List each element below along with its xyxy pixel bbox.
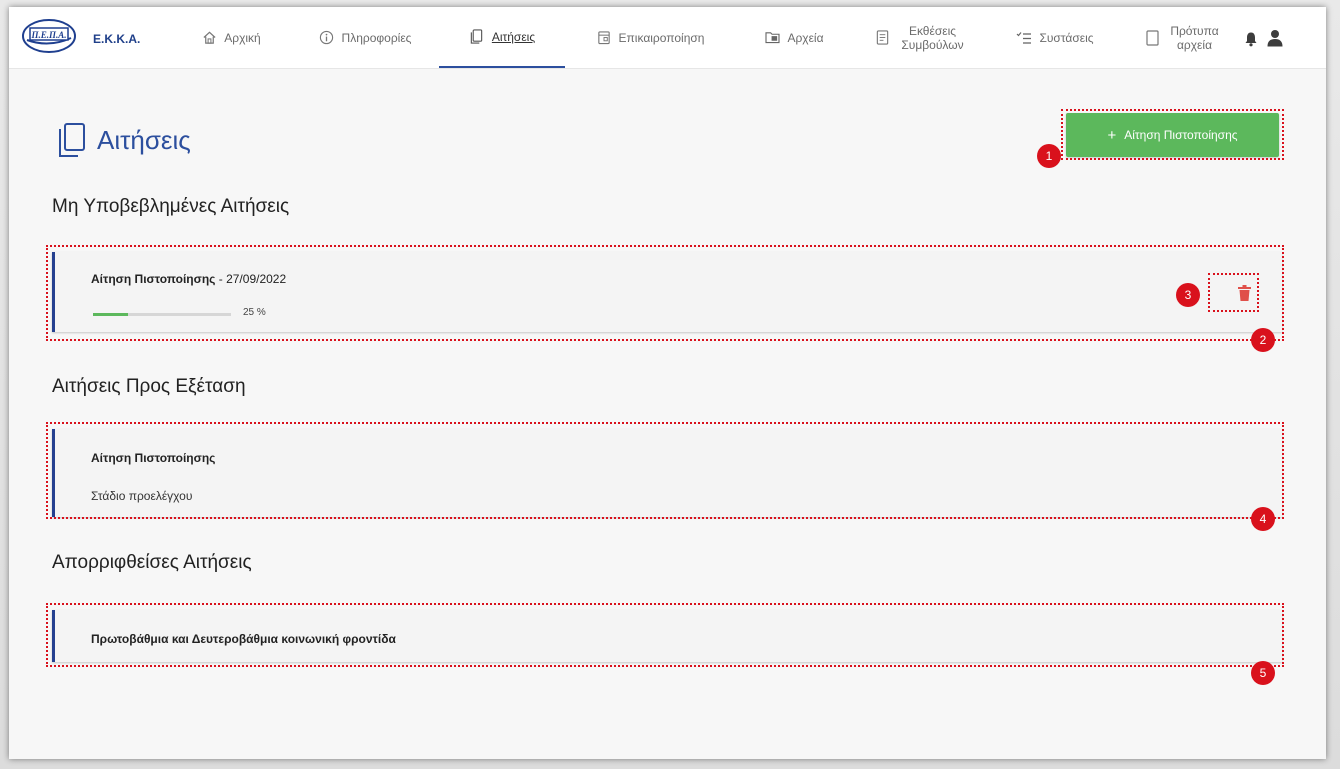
application-stage: Στάδιο προελέγχου xyxy=(91,489,193,503)
annotation-marker-5: 5 xyxy=(1251,661,1275,685)
annotation-marker-4: 4 xyxy=(1251,507,1275,531)
nav-label: Εκθέσεις Συμβούλων xyxy=(901,23,964,52)
documents-icon xyxy=(469,28,485,45)
nav-item-home[interactable]: Αρχική xyxy=(179,7,283,68)
report-icon xyxy=(875,30,891,46)
card-title: Πρωτοβάθμια και Δευτεροβάθμια κοινωνική … xyxy=(91,632,396,646)
user-icon[interactable] xyxy=(1266,29,1284,47)
nav-item-advisor-reports[interactable]: Εκθέσεις Συμβούλων xyxy=(861,7,981,68)
bell-icon[interactable] xyxy=(1244,31,1258,47)
pepa-logo[interactable]: Π.Ε.Π.Α. xyxy=(21,18,77,54)
card-title: Αίτηση Πιστοποίησης - 27/09/2022 xyxy=(91,272,286,286)
progress-label: 25 % xyxy=(243,307,266,318)
nav-item-template-files[interactable]: Πρότυπα αρχεία xyxy=(1129,7,1237,68)
nav-label: Αρχεία xyxy=(787,30,824,45)
card-title: Αίτηση Πιστοποίησης xyxy=(91,451,215,465)
trash-icon xyxy=(1237,285,1251,301)
plus-icon: + xyxy=(1107,126,1117,144)
calendar-icon xyxy=(596,30,612,46)
file-icon xyxy=(1145,29,1161,46)
rejected-application-card[interactable]: Πρωτοβάθμια και Δευτεροβάθμια κοινωνική … xyxy=(52,610,1282,662)
add-certification-request-button[interactable]: + Αίτηση Πιστοποίησης xyxy=(1066,113,1279,157)
brand-name[interactable]: Ε.Κ.Κ.Α. xyxy=(93,32,140,46)
rejected-section-title: Απορριφθείσες Αιτήσεις xyxy=(52,552,252,573)
nav-item-files[interactable]: Αρχεία xyxy=(745,7,843,68)
folder-icon xyxy=(764,30,780,46)
under-review-application-card[interactable]: Αίτηση Πιστοποίησης Στάδιο προελέγχου xyxy=(52,429,1282,517)
nav-label: Αρχική xyxy=(224,30,261,45)
under-review-section-title: Αιτήσεις Προς Εξέταση xyxy=(52,376,246,397)
checklist-icon xyxy=(1016,30,1032,46)
application-name: Αίτηση Πιστοποίησης xyxy=(91,451,216,465)
progress-bar xyxy=(93,313,231,316)
nav-item-applications[interactable]: Αιτήσεις xyxy=(439,7,565,68)
progress-fill xyxy=(93,313,128,316)
documents-icon xyxy=(59,123,85,157)
nav-label: Συστάσεις xyxy=(1039,30,1094,45)
unsubmitted-application-card[interactable]: Αίτηση Πιστοποίησης - 27/09/2022 25 % xyxy=(52,252,1282,332)
nav-label: Επικαιροποίηση xyxy=(618,30,705,45)
top-navbar: Π.Ε.Π.Α. Ε.Κ.Κ.Α. Αρχική Πληροφορίες Αιτ… xyxy=(9,7,1326,69)
page-title: Αιτήσεις xyxy=(97,125,191,155)
nav-item-info[interactable]: Πληροφορίες xyxy=(300,7,430,68)
svg-text:Π.Ε.Π.Α.: Π.Ε.Π.Α. xyxy=(30,30,66,40)
annotation-marker-2: 2 xyxy=(1251,328,1275,352)
add-button-label: Αίτηση Πιστοποίησης xyxy=(1124,128,1238,142)
nav-label: Πληροφορίες xyxy=(341,30,412,45)
unsubmitted-section-title: Μη Υποβεβλημένες Αιτήσεις xyxy=(52,196,290,217)
application-name: Πρωτοβάθμια και Δευτεροβάθμια κοινωνική … xyxy=(91,632,396,646)
nav-item-recommendations[interactable]: Συστάσεις xyxy=(997,7,1113,68)
annotation-marker-1: 1 xyxy=(1037,144,1061,168)
screenshot-frame: Π.Ε.Π.Α. Ε.Κ.Κ.Α. Αρχική Πληροφορίες Αιτ… xyxy=(0,0,1340,769)
annotation-marker-3: 3 xyxy=(1176,283,1200,307)
delete-application-button[interactable] xyxy=(1233,282,1255,304)
nav-item-update[interactable]: Επικαιροποίηση xyxy=(575,7,725,68)
nav-label: Αιτήσεις xyxy=(491,29,536,44)
nav-label: Πρότυπα αρχεία xyxy=(1170,23,1219,52)
application-name: Αίτηση Πιστοποίησης xyxy=(91,272,216,286)
info-icon xyxy=(319,30,335,46)
app-window: Π.Ε.Π.Α. Ε.Κ.Κ.Α. Αρχική Πληροφορίες Αιτ… xyxy=(9,7,1326,759)
home-icon xyxy=(201,30,217,46)
application-date: - 27/09/2022 xyxy=(215,272,287,286)
